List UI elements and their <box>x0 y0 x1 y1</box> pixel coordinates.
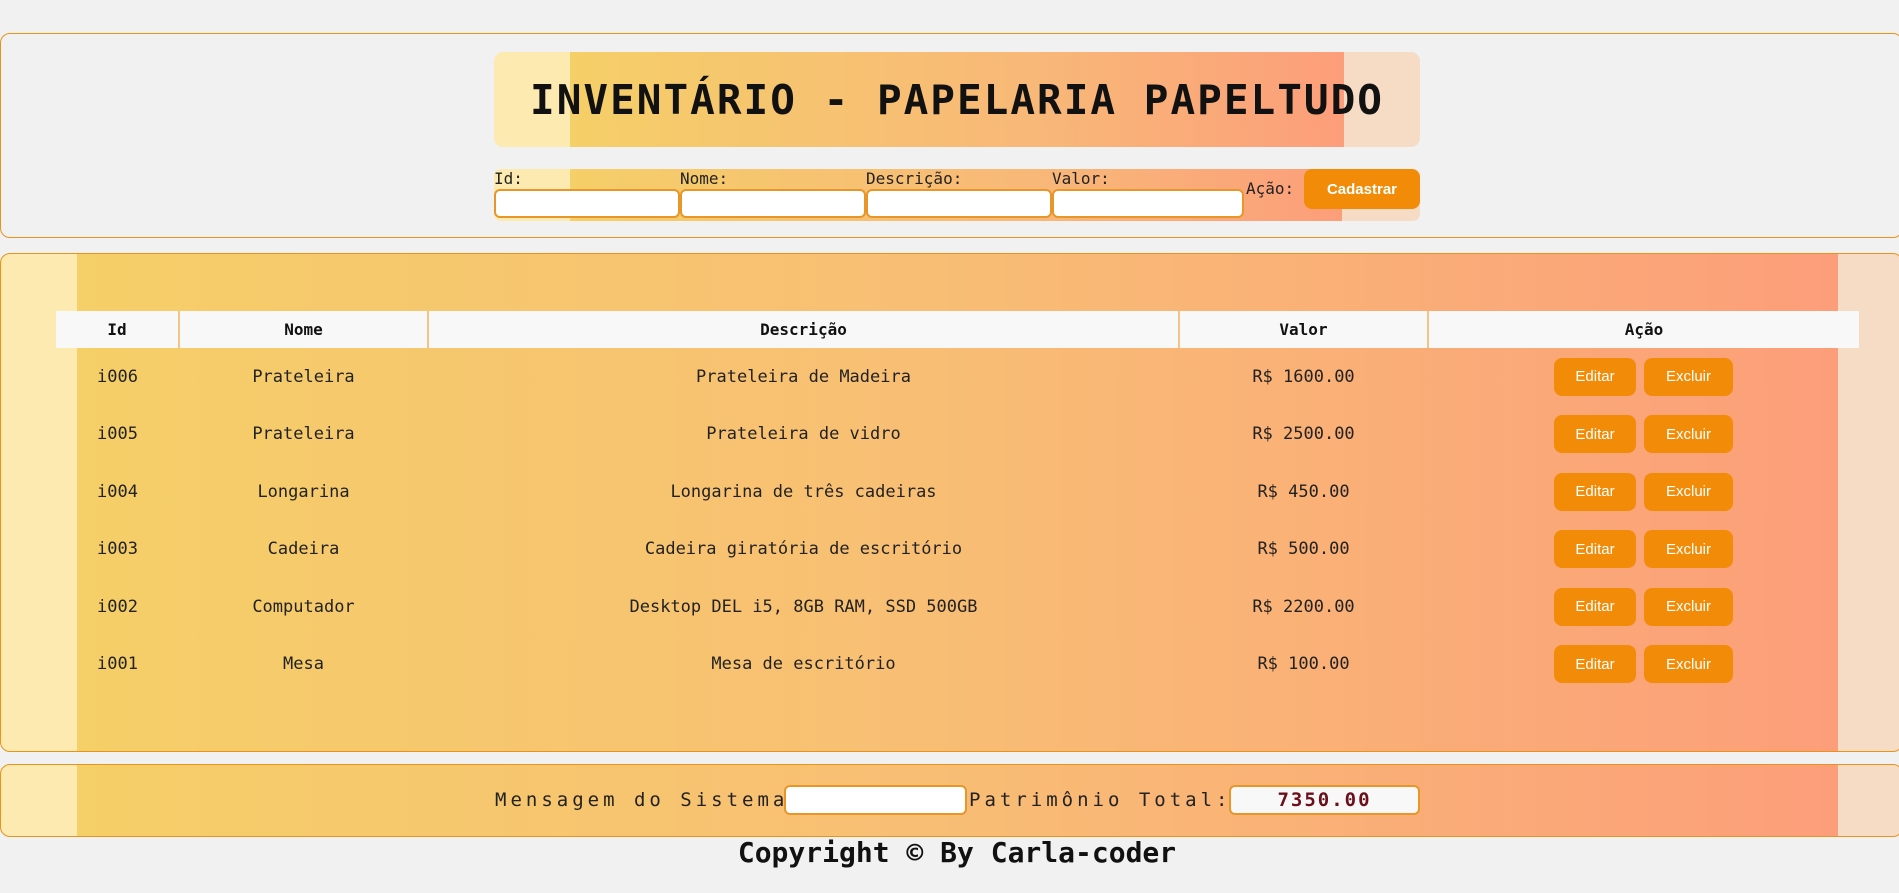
valor-input[interactable] <box>1052 189 1244 218</box>
cell-acao: Editar Excluir <box>1428 578 1859 636</box>
table-row: i001 Mesa Mesa de escritório R$ 100.00 E… <box>56 636 1859 694</box>
cell-valor: R$ 450.00 <box>1257 481 1350 502</box>
valor-field-group: Valor: <box>1052 169 1244 218</box>
cell-acao: Editar Excluir <box>1428 636 1859 694</box>
table-row: i006 Prateleira Prateleira de Madeira R$… <box>56 348 1859 406</box>
inventory-table: Id Nome Descrição Valor Ação i006 Pratel… <box>56 311 1859 693</box>
cell-acao: Editar Excluir <box>1428 463 1859 521</box>
edit-button[interactable]: Editar <box>1554 357 1636 396</box>
cell-id: i004 <box>97 481 138 502</box>
cell-valor: R$ 100.00 <box>1257 654 1350 675</box>
cell-descricao: Longarina de três cadeiras <box>670 481 937 502</box>
edit-button[interactable]: Editar <box>1554 587 1636 626</box>
cell-nome: Mesa <box>283 654 324 675</box>
cell-descricao: Prateleira de Madeira <box>696 366 911 387</box>
table-row: i002 Computador Desktop DEL i5, 8GB RAM,… <box>56 578 1859 636</box>
table-row: i004 Longarina Longarina de três cadeira… <box>56 463 1859 521</box>
cell-id: i005 <box>97 424 138 445</box>
id-field-group: Id: <box>494 169 680 218</box>
cell-id: i003 <box>97 539 138 560</box>
item-form: Id: Nome: Descrição: Valor: Ação: Cadast… <box>494 169 1420 221</box>
page-title: INVENTÁRIO - PAPELARIA PAPELTUDO <box>530 75 1384 124</box>
cell-descricao: Mesa de escritório <box>711 654 896 675</box>
cell-valor: R$ 500.00 <box>1257 539 1350 560</box>
id-input[interactable] <box>494 189 680 218</box>
edit-button[interactable]: Editar <box>1554 645 1636 684</box>
descricao-input[interactable] <box>866 189 1052 218</box>
column-header-id: Id <box>56 311 179 348</box>
id-label: Id: <box>494 169 523 188</box>
cell-nome: Longarina <box>257 481 350 502</box>
footer-section: Mensagem do Sistema: Patrimônio Total: 7… <box>0 764 1899 837</box>
cell-nome: Computador <box>252 596 355 617</box>
acao-label: Ação: <box>1246 179 1295 198</box>
cell-id: i006 <box>97 366 138 387</box>
delete-button[interactable]: Excluir <box>1644 415 1733 454</box>
edit-button[interactable]: Editar <box>1554 472 1636 511</box>
table-section: Id Nome Descrição Valor Ação i006 Pratel… <box>0 253 1899 752</box>
cell-acao: Editar Excluir <box>1428 406 1859 464</box>
system-message-label: Mensagem do Sistema: <box>495 789 804 811</box>
system-message-field[interactable] <box>784 785 967 815</box>
nome-field-group: Nome: <box>680 169 866 218</box>
nome-input[interactable] <box>680 189 866 218</box>
cadastrar-button[interactable]: Cadastrar <box>1304 169 1420 209</box>
edit-button[interactable]: Editar <box>1554 530 1636 569</box>
edit-button[interactable]: Editar <box>1554 415 1636 454</box>
cell-nome: Prateleira <box>252 366 355 387</box>
table-row: i005 Prateleira Prateleira de vidro R$ 2… <box>56 406 1859 464</box>
delete-button[interactable]: Excluir <box>1644 587 1733 626</box>
delete-button[interactable]: Excluir <box>1644 357 1733 396</box>
copyright-text: Copyright © By Carla-coder <box>737 836 1177 869</box>
column-header-descricao: Descrição <box>427 311 1179 348</box>
cell-id: i002 <box>97 596 138 617</box>
delete-button[interactable]: Excluir <box>1644 530 1733 569</box>
valor-label: Valor: <box>1052 169 1110 188</box>
cell-nome: Cadeira <box>267 539 340 560</box>
cell-valor: R$ 2200.00 <box>1252 596 1355 617</box>
total-assets-value: 7350.00 <box>1229 785 1420 815</box>
cell-descricao: Prateleira de vidro <box>706 424 901 445</box>
cell-acao: Editar Excluir <box>1428 348 1859 406</box>
delete-button[interactable]: Excluir <box>1644 472 1733 511</box>
descricao-label: Descrição: <box>866 169 963 188</box>
cell-valor: R$ 2500.00 <box>1252 424 1355 445</box>
cell-nome: Prateleira <box>252 424 355 445</box>
total-assets-label: Patrimônio Total: <box>969 789 1232 811</box>
descricao-field-group: Descrição: <box>866 169 1052 218</box>
delete-button[interactable]: Excluir <box>1644 645 1733 684</box>
nome-label: Nome: <box>680 169 729 188</box>
column-header-valor: Valor <box>1178 311 1428 348</box>
cell-descricao: Cadeira giratória de escritório <box>644 539 963 560</box>
table-row: i003 Cadeira Cadeira giratória de escrit… <box>56 521 1859 579</box>
title-banner: INVENTÁRIO - PAPELARIA PAPELTUDO <box>494 52 1420 147</box>
column-header-nome: Nome <box>178 311 428 348</box>
table-header-row: Id Nome Descrição Valor Ação <box>56 311 1859 348</box>
cell-acao: Editar Excluir <box>1428 521 1859 579</box>
cell-descricao: Desktop DEL i5, 8GB RAM, SSD 500GB <box>629 596 978 617</box>
column-header-acao: Ação <box>1427 311 1859 348</box>
cell-id: i001 <box>97 654 138 675</box>
cell-valor: R$ 1600.00 <box>1252 366 1355 387</box>
